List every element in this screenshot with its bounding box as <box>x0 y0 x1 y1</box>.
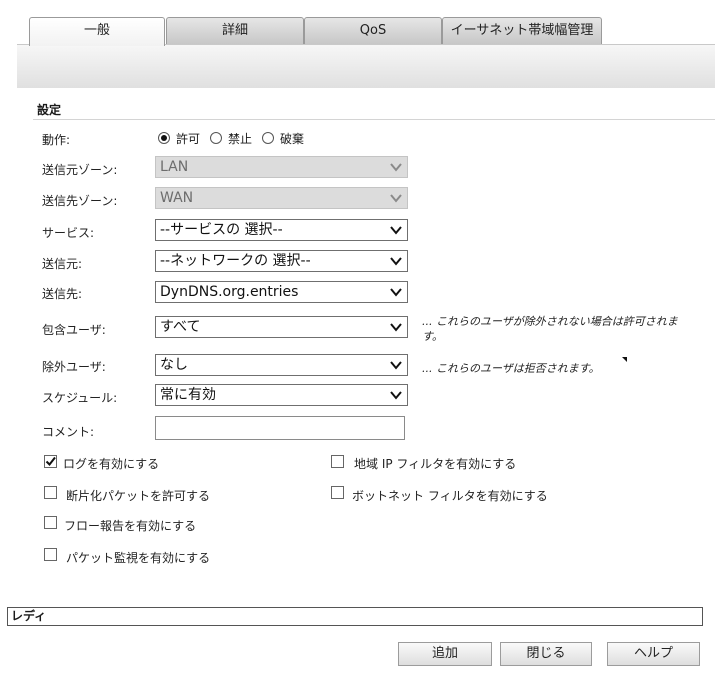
exclude-users-select[interactable]: なし <box>155 354 408 376</box>
schedule-label: スケジュール: <box>42 391 118 405</box>
chevron-down-icon <box>390 257 402 266</box>
radio-discard[interactable] <box>262 132 275 144</box>
tab-advanced[interactable]: 詳細 <box>166 17 304 44</box>
service-label: サービス: <box>42 226 95 240</box>
help-button[interactable]: ヘルプ <box>607 642 700 666</box>
service-value: --サービスの 選択-- <box>160 222 283 238</box>
tab-qos[interactable]: QoS <box>304 17 442 44</box>
schedule-select[interactable]: 常に有効 <box>155 384 408 406</box>
add-button[interactable]: 追加 <box>398 642 492 666</box>
destination-zone-value: WAN <box>160 190 194 206</box>
radio-allow[interactable] <box>158 132 170 144</box>
chevron-down-icon <box>390 163 402 172</box>
include-users-note-cont: す。 <box>422 330 443 343</box>
tab-ethernet-bandwidth[interactable]: イーサネット帯域幅管理 <box>442 17 602 44</box>
source-zone-value: LAN <box>160 159 189 175</box>
tab-general[interactable]: 一般 <box>29 17 165 46</box>
exclude-users-note: ... これらのユーザは拒否されます。 <box>422 362 600 375</box>
include-users-note: ... これらのユーザが除外されない場合は許可されま <box>422 315 678 328</box>
chevron-down-icon <box>390 391 402 400</box>
close-button[interactable]: 閉じる <box>500 642 592 666</box>
enable-logging-checkbox[interactable] <box>44 455 57 468</box>
enable-flow-reporting-label: フロー報告を有効にする <box>64 519 197 533</box>
destination-zone-label: 送信先ゾーン: <box>42 194 118 208</box>
comment-label: コメント: <box>42 425 95 439</box>
source-zone-select: LAN <box>155 156 408 178</box>
destination-select[interactable]: DynDNS.org.entries <box>155 281 408 303</box>
source-select[interactable]: --ネットワークの 選択-- <box>155 250 408 272</box>
exclude-users-value: なし <box>160 357 188 373</box>
include-users-label: 包含ユーザ: <box>42 323 106 337</box>
chevron-down-icon <box>390 226 402 235</box>
enable-geo-ip-label: 地域 IP フィルタを有効にする <box>354 457 517 471</box>
exclude-users-label: 除外ユーザ: <box>42 360 106 374</box>
include-users-select[interactable]: すべて <box>155 316 408 338</box>
action-label: 動作: <box>42 133 71 147</box>
enable-logging-label: ログを有効にする <box>63 457 160 471</box>
radio-deny-label: 禁止 <box>228 131 253 146</box>
section-divider <box>33 119 715 120</box>
comment-input[interactable] <box>155 416 405 440</box>
service-select[interactable]: --サービスの 選択-- <box>155 219 408 241</box>
radio-allow-label: 許可 <box>176 131 201 146</box>
status-bar: レディ <box>7 607 703 626</box>
chevron-down-icon <box>390 288 402 297</box>
tab-bar: 一般 詳細 QoS イーサネット帯域幅管理 <box>29 17 719 46</box>
checkmark-icon <box>45 456 56 467</box>
section-title: 設定 <box>37 103 62 117</box>
action-radio-group: 許可 禁止 破棄 <box>158 128 314 148</box>
enable-flow-reporting-checkbox[interactable] <box>44 516 57 529</box>
source-value: --ネットワークの 選択-- <box>160 253 311 269</box>
chevron-down-icon <box>390 323 402 332</box>
destination-label: 送信先: <box>42 287 83 301</box>
chevron-down-icon <box>390 361 402 370</box>
corner-marker-icon <box>622 357 627 362</box>
tab-content-header <box>17 44 715 88</box>
enable-packet-monitor-label: パケット監視を有効にする <box>66 551 211 565</box>
include-users-value: すべて <box>160 319 201 335</box>
allow-fragments-label: 断片化パケットを許可する <box>66 489 211 503</box>
allow-fragments-checkbox[interactable] <box>44 486 57 499</box>
enable-geo-ip-checkbox[interactable] <box>331 455 344 468</box>
destination-zone-select: WAN <box>155 187 408 209</box>
schedule-value: 常に有効 <box>160 387 216 403</box>
source-label: 送信元: <box>42 257 83 271</box>
source-zone-label: 送信元ゾーン: <box>42 163 118 177</box>
enable-packet-monitor-checkbox[interactable] <box>44 548 57 561</box>
enable-botnet-label: ボットネット フィルタを有効にする <box>352 489 548 503</box>
destination-value: DynDNS.org.entries <box>160 284 299 300</box>
radio-deny[interactable] <box>210 132 223 144</box>
enable-botnet-checkbox[interactable] <box>331 486 344 499</box>
chevron-down-icon <box>390 194 402 203</box>
radio-discard-label: 破棄 <box>280 131 305 146</box>
